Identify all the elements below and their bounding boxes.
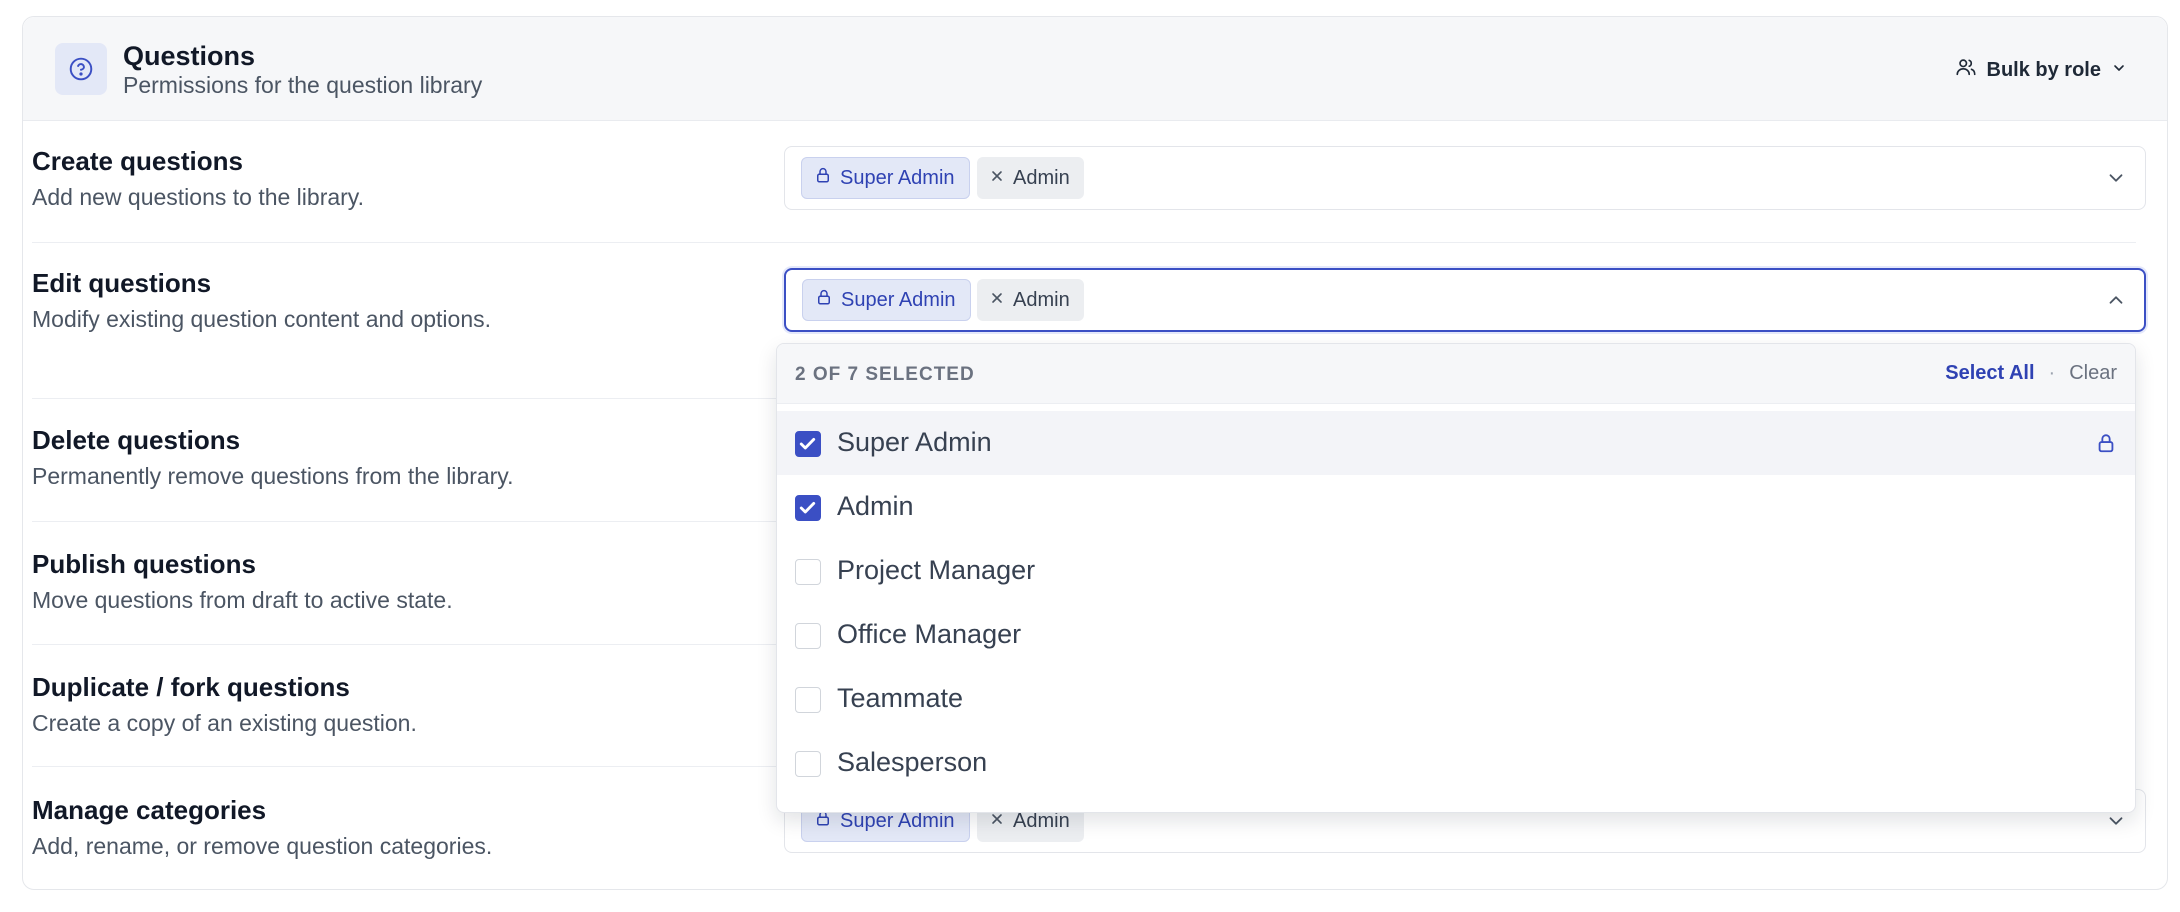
role-option-label: Project Manager xyxy=(837,555,1036,585)
permission-description: Permanently remove questions from the li… xyxy=(32,463,514,489)
selected-count: 2 OF 7 SELECTED xyxy=(795,364,975,385)
help-circle-icon xyxy=(55,43,107,95)
bulk-by-role-label: Bulk by role xyxy=(1986,58,2101,81)
role-option-office-manager[interactable]: Office Manager xyxy=(777,603,2135,667)
permission-title: Delete questions xyxy=(32,425,241,455)
chevron-down-icon xyxy=(2111,59,2127,82)
permission-title: Duplicate / fork questions xyxy=(32,672,350,702)
bulk-by-role-button[interactable]: Bulk by role xyxy=(1955,53,2127,87)
role-option-teammate[interactable]: Teammate xyxy=(777,667,2135,731)
remove-icon[interactable] xyxy=(989,167,1005,190)
permission-title: Publish questions xyxy=(32,549,256,579)
role-chip-label: Super Admin xyxy=(840,166,955,189)
role-select-edit[interactable]: Super Admin Admin xyxy=(784,268,2146,332)
role-dropdown-menu: 2 OF 7 SELECTED Select All · Clear Super… xyxy=(776,343,2136,813)
chevron-up-icon xyxy=(2105,289,2127,311)
role-option-label: Salesperson xyxy=(837,747,988,777)
checkbox-unchecked[interactable] xyxy=(795,687,821,713)
permission-description: Modify existing question content and opt… xyxy=(32,306,492,332)
section-title: Questions xyxy=(123,41,256,71)
permission-title: Create questions xyxy=(32,146,243,176)
role-option-label: Office Manager xyxy=(837,619,1022,649)
role-chip-label: Admin xyxy=(1013,288,1070,311)
permission-row-create: Create questions Add new questions to th… xyxy=(32,146,2146,246)
permission-title: Edit questions xyxy=(32,268,212,298)
role-chip-label: Super Admin xyxy=(841,288,956,311)
lock-icon xyxy=(2095,432,2117,459)
users-icon xyxy=(1955,56,1977,84)
select-all-button[interactable]: Select All xyxy=(1945,362,2034,385)
row-divider xyxy=(32,242,2136,243)
remove-icon[interactable] xyxy=(989,289,1005,312)
role-option-label: Super Admin xyxy=(837,427,992,457)
permission-title: Manage categories xyxy=(32,795,267,825)
section-subtitle: Permissions for the question library xyxy=(123,72,483,98)
checkbox-checked[interactable] xyxy=(795,431,821,457)
chevron-down-icon xyxy=(2105,167,2127,189)
dropdown-actions: Select All · Clear xyxy=(1945,362,2117,385)
role-option-salesperson[interactable]: Salesperson xyxy=(777,731,2135,795)
role-chip-removable: Admin xyxy=(977,279,1084,321)
clear-button[interactable]: Clear xyxy=(2069,362,2117,385)
dropdown-header: 2 OF 7 SELECTED Select All · Clear xyxy=(777,344,2135,404)
permission-description: Add new questions to the library. xyxy=(32,184,364,210)
separator-dot: · xyxy=(2048,362,2056,384)
role-option-label: Teammate xyxy=(837,683,964,713)
checkbox-unchecked[interactable] xyxy=(795,623,821,649)
card-header: Questions Permissions for the question l… xyxy=(23,17,2167,121)
role-select-create[interactable]: Super Admin Admin xyxy=(784,146,2146,210)
role-option-label: Admin xyxy=(837,491,914,521)
role-option-super-admin[interactable]: Super Admin xyxy=(777,411,2135,475)
permission-description: Add, rename, or remove question categori… xyxy=(32,833,493,859)
role-option-admin[interactable]: Admin xyxy=(777,475,2135,539)
role-chip-removable: Admin xyxy=(977,157,1084,199)
role-option-project-manager[interactable]: Project Manager xyxy=(777,539,2135,603)
chevron-down-icon xyxy=(2105,810,2127,832)
permission-description: Create a copy of an existing question. xyxy=(32,710,417,736)
permission-description: Move questions from draft to active stat… xyxy=(32,587,453,613)
lock-icon xyxy=(814,166,832,190)
role-chip-locked: Super Admin xyxy=(801,157,970,199)
checkbox-unchecked[interactable] xyxy=(795,751,821,777)
checkbox-checked[interactable] xyxy=(795,495,821,521)
checkbox-unchecked[interactable] xyxy=(795,559,821,585)
role-chip-locked: Super Admin xyxy=(802,279,971,321)
lock-icon xyxy=(815,288,833,312)
role-chip-label: Admin xyxy=(1013,166,1070,189)
